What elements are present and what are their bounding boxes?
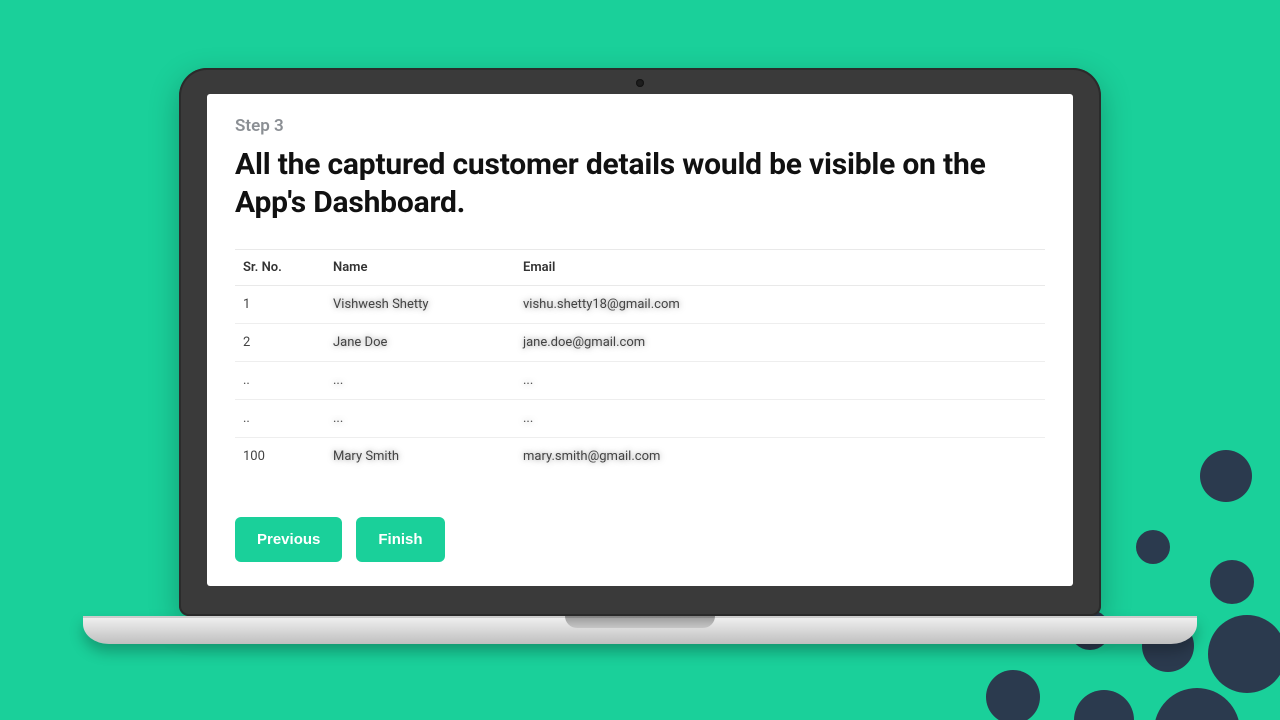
cell-name: Jane Doe (325, 324, 515, 362)
cell-email: ... (515, 400, 1045, 438)
table-row: ........ (235, 400, 1045, 438)
laptop-camera (636, 79, 644, 87)
finish-button[interactable]: Finish (356, 517, 444, 562)
cell-sr: .. (235, 400, 325, 438)
app-screen: Step 3 All the captured customer details… (207, 94, 1073, 586)
col-header-email: Email (515, 250, 1045, 286)
table-body: 1Vishwesh Shettyvishu.shetty18@gmail.com… (235, 286, 1045, 476)
table-row: 1Vishwesh Shettyvishu.shetty18@gmail.com (235, 286, 1045, 324)
cell-sr: .. (235, 362, 325, 400)
cell-sr: 1 (235, 286, 325, 324)
table-row: ........ (235, 362, 1045, 400)
cell-email: jane.doe@gmail.com (515, 324, 1045, 362)
cell-name: Vishwesh Shetty (325, 286, 515, 324)
cell-name: Mary Smith (325, 438, 515, 476)
laptop-bezel: Step 3 All the captured customer details… (179, 68, 1101, 616)
page-title: All the captured customer details would … (235, 146, 995, 221)
laptop-base (83, 616, 1197, 644)
step-label: Step 3 (235, 116, 1045, 136)
customers-table: Sr. No. Name Email 1Vishwesh Shettyvishu… (235, 249, 1045, 475)
cell-sr: 100 (235, 438, 325, 476)
cell-sr: 2 (235, 324, 325, 362)
cell-email: vishu.shetty18@gmail.com (515, 286, 1045, 324)
col-header-sr: Sr. No. (235, 250, 325, 286)
previous-button[interactable]: Previous (235, 517, 342, 562)
table-row: 2Jane Doejane.doe@gmail.com (235, 324, 1045, 362)
cell-name: ... (325, 400, 515, 438)
col-header-name: Name (325, 250, 515, 286)
table-row: 100Mary Smithmary.smith@gmail.com (235, 438, 1045, 476)
cell-email: ... (515, 362, 1045, 400)
wizard-actions: Previous Finish (235, 489, 1045, 562)
cell-name: ... (325, 362, 515, 400)
cell-email: mary.smith@gmail.com (515, 438, 1045, 476)
laptop-mockup: Step 3 All the captured customer details… (179, 68, 1101, 644)
table-header-row: Sr. No. Name Email (235, 250, 1045, 286)
